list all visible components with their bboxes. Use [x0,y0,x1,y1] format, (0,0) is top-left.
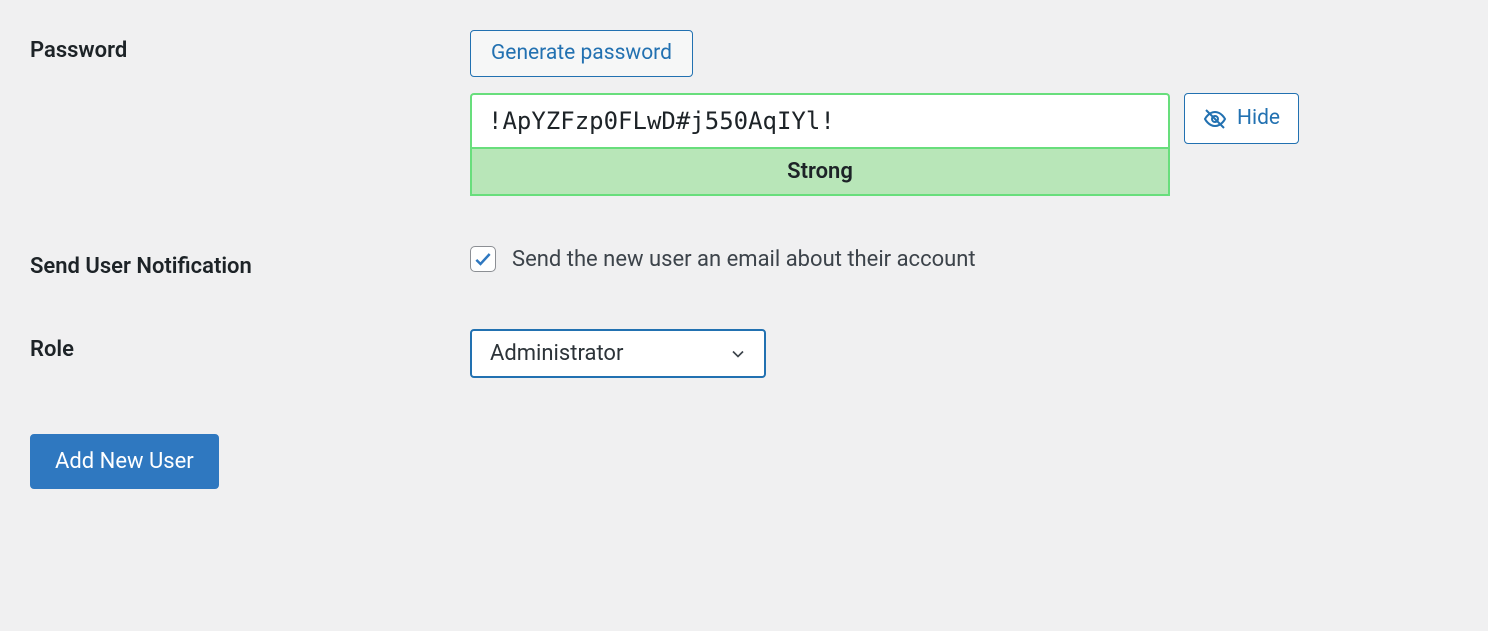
eye-slash-icon [1203,107,1227,131]
notification-label: Send User Notification [30,246,470,279]
notification-description: Send the new user an email about their a… [512,247,976,272]
role-label: Role [30,329,470,362]
role-select[interactable]: Administrator [470,329,766,378]
password-strength-badge: Strong [470,147,1170,196]
hide-password-button[interactable]: Hide [1184,93,1299,144]
send-notification-checkbox[interactable] [470,246,496,272]
generate-password-button[interactable]: Generate password [470,30,693,77]
password-label: Password [30,30,470,63]
password-input[interactable] [470,93,1170,147]
checkmark-icon [473,249,493,269]
hide-button-label: Hide [1237,106,1280,131]
add-new-user-button[interactable]: Add New User [30,434,219,489]
